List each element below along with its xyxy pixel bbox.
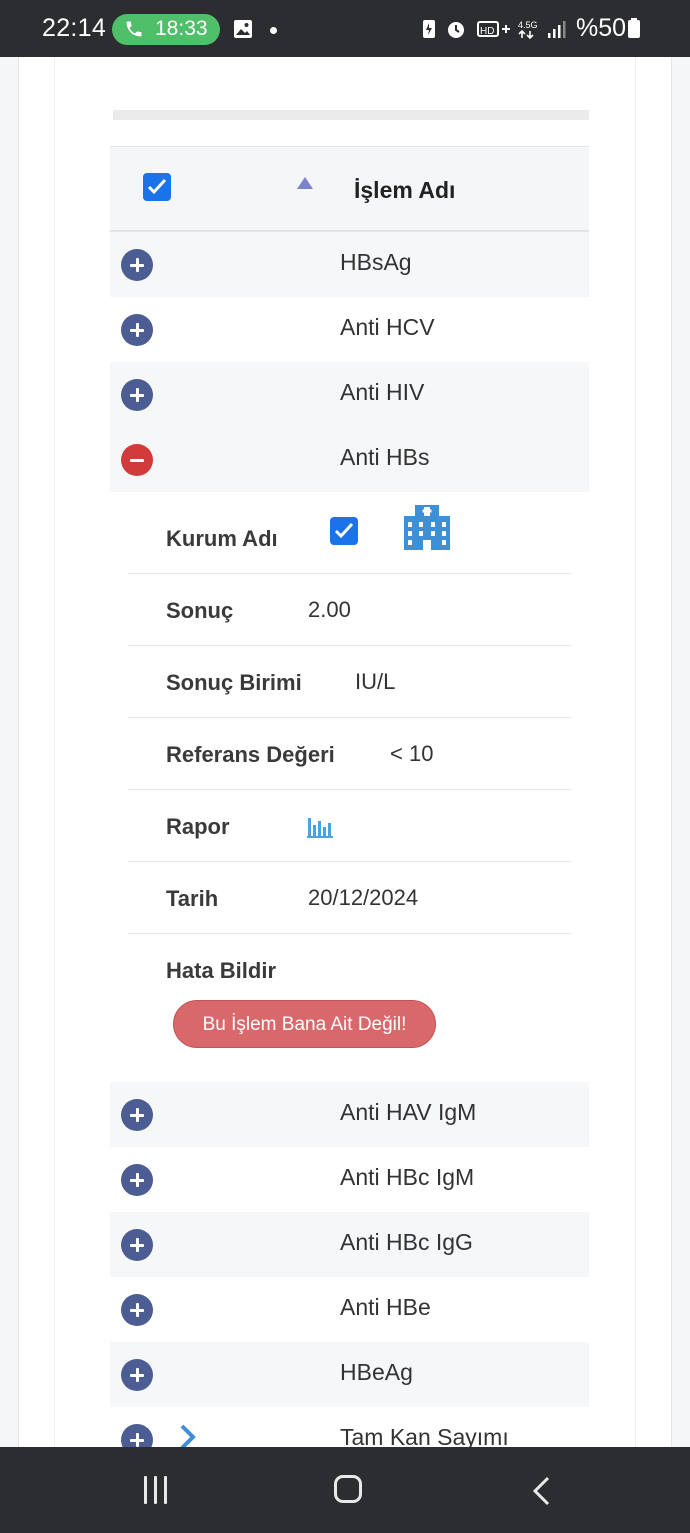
detail-row-tarih: Tarih 20/12/2024: [128, 862, 571, 934]
detail-row-hata: Hata Bildir: [128, 934, 571, 1006]
phone-icon: [126, 21, 142, 37]
gallery-icon: [234, 20, 252, 38]
status-time: 22:14: [42, 14, 107, 42]
expand-row-button[interactable]: [121, 379, 153, 411]
table-row[interactable]: HBeAg: [110, 1342, 589, 1407]
table-row[interactable]: HBsAg: [110, 232, 589, 297]
check-icon: [147, 178, 167, 195]
kurum-adi-label: Kurum Adı: [166, 526, 278, 551]
expand-row-button[interactable]: [121, 1099, 153, 1131]
expand-row-button[interactable]: [121, 1294, 153, 1326]
expand-row-button[interactable]: [121, 1164, 153, 1196]
notification-dot: [270, 27, 277, 34]
collapse-row-button[interactable]: [121, 444, 153, 476]
detail-row-sonuc: Sonuç 2.00: [128, 574, 571, 646]
svg-text:HD: HD: [480, 26, 494, 37]
page-viewport[interactable]: İşlem Adı HBsAg Anti HCV Anti HIV Anti H…: [0, 57, 690, 1447]
status-icons-group: HD 4.5G: [423, 20, 566, 40]
detail-row-sonuc-birimi: Sonuç Birimi IU/L: [128, 646, 571, 718]
recent-apps-icon[interactable]: [142, 1476, 170, 1504]
signal-icon: [548, 21, 566, 38]
check-icon: [334, 522, 354, 539]
chevron-right-icon[interactable]: [176, 1422, 200, 1447]
rapor-label: Rapor: [166, 814, 230, 839]
table-row-expanded[interactable]: Anti HBs: [110, 427, 589, 492]
sonuc-birimi-label: Sonuç Birimi: [166, 670, 302, 695]
expand-row-button[interactable]: [121, 249, 153, 281]
results-table: İşlem Adı HBsAg Anti HCV Anti HIV Anti H…: [110, 146, 589, 1447]
row-name: HBsAg: [340, 249, 412, 275]
back-icon[interactable]: [529, 1475, 553, 1507]
row-name: Anti HCV: [340, 314, 435, 340]
table-row[interactable]: Anti HIV: [110, 362, 589, 427]
row-detail-panel: Kurum Adı Sonuç 2.00 Sonuç Birimi IU/L R…: [110, 492, 589, 1082]
hata-bildir-label: Hata Bildir: [166, 958, 277, 983]
expand-row-button[interactable]: [121, 314, 153, 346]
expand-row-button[interactable]: [121, 1229, 153, 1261]
expand-row-button[interactable]: [121, 1359, 153, 1391]
expand-row-button[interactable]: [121, 1424, 153, 1447]
report-error-button[interactable]: Bu İşlem Bana Ait Değil!: [173, 1000, 436, 1048]
sonuc-birimi-value: IU/L: [355, 669, 396, 694]
scrollbar-track[interactable]: [113, 110, 589, 120]
tarih-value: 20/12/2024: [308, 885, 419, 910]
system-nav-bar: [0, 1447, 690, 1533]
detail-row-kurum: Kurum Adı: [128, 502, 571, 574]
select-all-checkbox[interactable]: [143, 173, 171, 201]
battery-percent: %50: [576, 14, 641, 43]
alarm-icon: [448, 22, 464, 38]
row-name: HBeAg: [340, 1359, 413, 1385]
row-name: Anti HBs: [340, 444, 430, 470]
hospital-building-icon[interactable]: [402, 502, 452, 552]
home-icon[interactable]: [334, 1475, 362, 1503]
row-name: Anti HBe: [340, 1294, 431, 1320]
row-name: Tam Kan Sayımı: [340, 1424, 509, 1447]
detail-row-referans: Referans Değeri < 10: [128, 718, 571, 790]
volte-icon: HD: [477, 21, 510, 37]
referans-degeri-value: < 10: [390, 741, 434, 766]
detail-row-rapor: Rapor: [128, 790, 571, 862]
battery-icon: [628, 18, 641, 38]
table-row[interactable]: Anti HCV: [110, 297, 589, 362]
sort-ascending-icon[interactable]: [297, 177, 313, 189]
status-bar: 22:14 18:33 HD 4.5G %50: [0, 0, 690, 57]
table-row[interactable]: Anti HBc IgM: [110, 1147, 589, 1212]
sonuc-value: 2.00: [308, 597, 351, 622]
kurum-adi-checkbox[interactable]: [330, 517, 358, 545]
table-row[interactable]: Tam Kan Sayımı: [110, 1407, 589, 1447]
network-label: 4.5G: [518, 20, 538, 30]
row-name: Anti HBc IgG: [340, 1229, 473, 1255]
table-row[interactable]: Anti HBc IgG: [110, 1212, 589, 1277]
bar-chart-icon[interactable]: [307, 816, 333, 838]
battery-saver-icon: [423, 20, 435, 38]
sonuc-label: Sonuç: [166, 598, 234, 623]
data-arrows-icon: [518, 29, 534, 40]
table-row[interactable]: Anti HBe: [110, 1277, 589, 1342]
column-title-islem-adi[interactable]: İşlem Adı: [354, 177, 455, 204]
referans-degeri-label: Referans Değeri: [166, 742, 335, 767]
tarih-label: Tarih: [166, 886, 219, 911]
row-name: Anti HAV IgM: [340, 1099, 477, 1125]
ongoing-call-pill[interactable]: 18:33: [112, 14, 220, 45]
call-timer: 18:33: [155, 17, 208, 40]
row-name: Anti HIV: [340, 379, 425, 405]
table-row[interactable]: Anti HAV IgM: [110, 1082, 589, 1147]
row-name: Anti HBc IgM: [340, 1164, 475, 1190]
table-header: İşlem Adı: [110, 146, 589, 232]
